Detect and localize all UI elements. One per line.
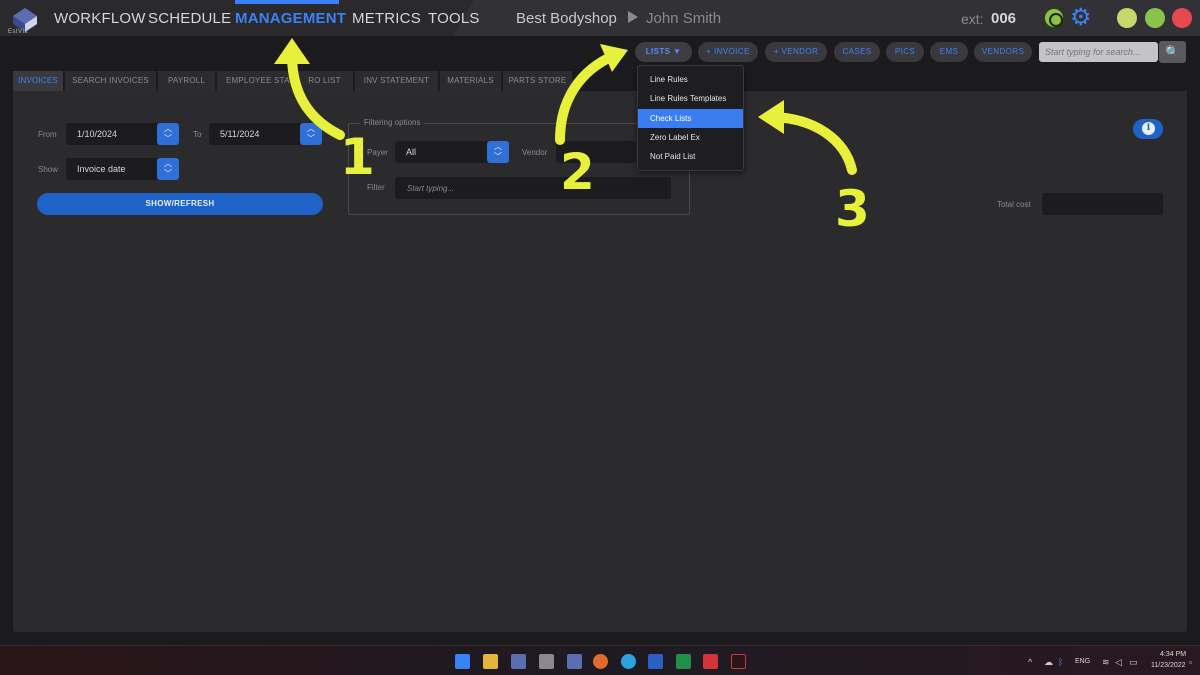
telegram-icon[interactable] xyxy=(621,654,636,669)
add-invoice-button[interactable]: + INVOICE xyxy=(698,42,758,62)
pics-button[interactable]: PICS xyxy=(886,42,924,62)
lists-button[interactable]: LISTS ▼ xyxy=(635,42,692,62)
windows-start-icon[interactable] xyxy=(455,654,470,669)
tray-battery-icon[interactable]: ▭ xyxy=(1129,657,1138,668)
top-bar: EstVis WORKFLOW SCHEDULE MANAGEMENT METR… xyxy=(0,0,1200,36)
tray-cloud-icon[interactable]: ☁ xyxy=(1044,657,1053,668)
firefox-icon[interactable] xyxy=(593,654,608,669)
tray-notification-icon[interactable]: ▫ xyxy=(1189,657,1192,667)
tray-date[interactable]: 11/23/2022 xyxy=(1151,662,1186,669)
annotation-arrowhead-1 xyxy=(274,38,310,64)
windows-taskbar: ^ ☁ ᛒ ENG ≋ ◁ ▭ 4:34 PM 11/23/2022 ▫ xyxy=(0,645,1200,675)
nav-active-indicator xyxy=(235,0,339,4)
total-cost-label: Total cost xyxy=(997,200,1031,209)
annotation-number-1: 1 xyxy=(340,128,375,186)
file-explorer-icon[interactable] xyxy=(483,654,498,669)
nav-management[interactable]: MANAGEMENT xyxy=(235,10,346,27)
annotation-number-2: 2 xyxy=(560,143,595,201)
tray-language[interactable]: ENG xyxy=(1075,658,1090,665)
nav-tools[interactable]: TOOLS xyxy=(428,10,480,27)
excel-icon[interactable] xyxy=(676,654,691,669)
logo-text: EstVis xyxy=(8,29,28,35)
tray-volume-icon[interactable]: ◁ xyxy=(1115,657,1122,668)
tab-invoices[interactable]: INVOICES xyxy=(13,71,64,91)
nav-metrics[interactable]: METRICS xyxy=(352,10,421,27)
lists-dropdown-menu: Line Rules Line Rules Templates Check Li… xyxy=(637,65,744,171)
anydesk-icon[interactable] xyxy=(703,654,718,669)
global-search-input[interactable] xyxy=(1039,42,1158,62)
tray-wifi-icon[interactable]: ≋ xyxy=(1102,657,1110,668)
word-icon[interactable] xyxy=(648,654,663,669)
minimize-button[interactable] xyxy=(1117,8,1137,28)
tab-ro-list[interactable]: RO LIST xyxy=(296,71,354,91)
add-vendor-button[interactable]: + VENDOR xyxy=(765,42,827,62)
tab-materials[interactable]: MATERIALS xyxy=(440,71,502,91)
tab-parts-store[interactable]: PARTS STORE xyxy=(503,71,573,91)
tab-inv-statement[interactable]: INV STATEMENT xyxy=(355,71,439,91)
ext-label: ext: xyxy=(961,11,984,27)
annotation-number-3: 3 xyxy=(835,180,870,238)
filter-input[interactable] xyxy=(395,177,671,199)
vendor-label: Vendor xyxy=(522,148,548,157)
breadcrumb-arrow-icon xyxy=(628,11,638,23)
clock-icon[interactable] xyxy=(1043,7,1065,29)
nav-schedule[interactable]: SCHEDULE xyxy=(148,10,231,27)
tray-bluetooth-icon[interactable]: ᛒ xyxy=(1058,657,1063,667)
estvis-app-icon[interactable] xyxy=(567,654,582,669)
ext-value: 006 xyxy=(991,10,1017,27)
payer-spinner[interactable]: ︿ ﹀ xyxy=(487,141,509,163)
menu-item-line-rules[interactable]: Line Rules xyxy=(638,70,743,89)
save-app-icon[interactable] xyxy=(511,654,526,669)
gear-icon[interactable]: ⚙ xyxy=(1070,6,1094,30)
from-date-spinner[interactable]: ︿ ﹀ xyxy=(157,123,179,145)
vendors-button[interactable]: VENDORS xyxy=(974,42,1032,62)
filtering-options-title: Filtering options xyxy=(360,118,425,127)
tray-time[interactable]: 4:34 PM xyxy=(1160,651,1186,658)
to-date-spinner[interactable]: ︿ ﹀ xyxy=(300,123,322,145)
menu-item-not-paid-list[interactable]: Not Paid List xyxy=(638,147,743,166)
menu-item-line-rules-templates[interactable]: Line Rules Templates xyxy=(638,89,743,108)
menu-item-zero-label-ex[interactable]: Zero Label Ex xyxy=(638,128,743,147)
cases-button[interactable]: CASES xyxy=(834,42,880,62)
show-label: Show xyxy=(38,165,59,174)
tray-chevron-up-icon[interactable]: ^ xyxy=(1028,657,1032,667)
user-name[interactable]: John Smith xyxy=(646,10,721,27)
bodyshop-name[interactable]: Best Bodyshop xyxy=(516,10,617,27)
tab-search-invoices[interactable]: SEARCH INVOICES xyxy=(65,71,157,91)
info-button[interactable]: i xyxy=(1133,119,1163,139)
tab-employee-stats[interactable]: EMPLOYEE STAT... xyxy=(217,71,295,91)
close-button[interactable] xyxy=(1172,8,1192,28)
annotation-arrowhead-2 xyxy=(600,44,628,72)
menu-item-check-lists[interactable]: Check Lists xyxy=(638,109,743,128)
from-label: From xyxy=(38,130,57,139)
info-icon: i xyxy=(1142,122,1155,135)
maximize-button[interactable] xyxy=(1145,8,1165,28)
to-label: To xyxy=(193,130,202,139)
tab-payroll[interactable]: PAYROLL xyxy=(158,71,216,91)
total-cost-field xyxy=(1042,193,1163,215)
nav-workflow[interactable]: WORKFLOW xyxy=(54,10,146,27)
http-tool-icon[interactable] xyxy=(731,654,746,669)
search-icon[interactable]: 🔍 xyxy=(1159,41,1186,63)
show-refresh-button[interactable]: SHOW/REFRESH xyxy=(37,193,323,215)
ems-button[interactable]: EMS xyxy=(930,42,968,62)
show-spinner[interactable]: ︿ ﹀ xyxy=(157,158,179,180)
tools-app-icon[interactable] xyxy=(539,654,554,669)
